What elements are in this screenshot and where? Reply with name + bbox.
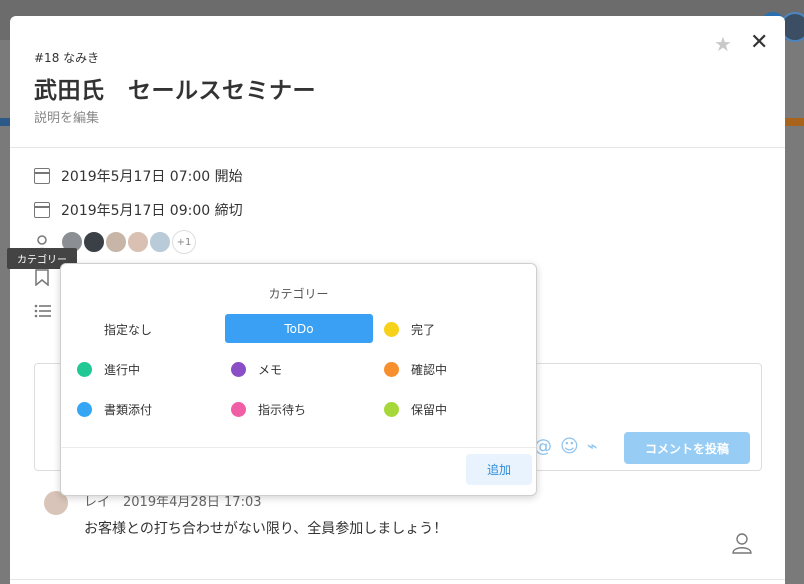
- follower-icon[interactable]: [732, 532, 752, 554]
- category-option-in-progress[interactable]: 進行中: [77, 355, 140, 383]
- divider: [10, 147, 785, 148]
- divider: [10, 579, 785, 580]
- category-label: 完了: [411, 322, 436, 337]
- category-label: メモ: [258, 362, 283, 377]
- edit-description-link[interactable]: 説明を編集: [34, 107, 99, 126]
- category-option-todo[interactable]: ToDo: [225, 314, 373, 343]
- status-dot-icon: [384, 321, 399, 337]
- status-dot-icon: [384, 401, 399, 417]
- status-dot-icon: [77, 361, 92, 377]
- category-option-on-hold[interactable]: 保留中: [384, 395, 447, 423]
- background-stripe: [0, 118, 10, 126]
- due-date-row[interactable]: 2019年5月17日 09:00 締切: [34, 200, 243, 220]
- calendar-icon: [34, 168, 50, 184]
- category-option-memo[interactable]: メモ: [231, 355, 282, 383]
- list-icon[interactable]: [34, 304, 52, 318]
- status-dot-icon: [231, 401, 246, 417]
- task-id: #18 なみき: [34, 51, 100, 65]
- due-date: 2019年5月17日 09:00 締切: [61, 203, 243, 219]
- comment-body: お客様との打ち合わせがない限り、全員参加しましょう！: [84, 521, 448, 537]
- calendar-icon: [34, 202, 50, 218]
- category-label: 書類添付: [104, 402, 153, 417]
- star-icon[interactable]: ★: [714, 32, 732, 56]
- category-option-waiting[interactable]: 指示待ち: [231, 395, 306, 423]
- avatar[interactable]: [82, 230, 106, 254]
- start-date: 2019年5月17日 07:00 開始: [61, 169, 243, 185]
- category-popup: カテゴリー 指定なし ToDo 完了 進行中 メモ 確認中 書類添付 指示待ち …: [60, 263, 537, 496]
- start-date-row[interactable]: 2019年5月17日 07:00 開始: [34, 166, 243, 186]
- status-dot-icon: [231, 361, 246, 377]
- status-dot-icon: [77, 401, 92, 417]
- avatar[interactable]: [148, 230, 172, 254]
- more-assignees-badge[interactable]: +1: [172, 230, 196, 254]
- avatar[interactable]: [126, 230, 150, 254]
- emoji-icon[interactable]: ☺: [560, 436, 579, 457]
- post-comment-button[interactable]: コメントを投稿: [624, 432, 750, 464]
- status-dot-icon: [384, 361, 399, 377]
- category-label: 進行中: [104, 362, 141, 377]
- category-option-checking[interactable]: 確認中: [384, 355, 447, 383]
- category-option-documents[interactable]: 書類添付: [77, 395, 152, 423]
- category-option-none[interactable]: 指定なし: [77, 315, 152, 343]
- background-stripe: [784, 118, 804, 126]
- category-label: 保留中: [411, 402, 448, 417]
- popup-title: カテゴリー: [268, 287, 329, 301]
- task-title[interactable]: 武田氏 セールスセミナー: [34, 71, 316, 105]
- category-label: 確認中: [411, 362, 448, 377]
- close-icon[interactable]: ✕: [750, 30, 768, 55]
- category-option-done[interactable]: 完了: [384, 315, 435, 343]
- bookmark-icon[interactable]: [35, 269, 49, 286]
- attachment-icon[interactable]: ⌁: [587, 436, 598, 457]
- add-category-button[interactable]: 追加: [466, 454, 532, 485]
- divider: [61, 447, 536, 448]
- empty-icon: [77, 322, 92, 337]
- assignee-avatars[interactable]: +1: [60, 230, 196, 254]
- comment-toolbar: @ ☺ ⌁: [534, 436, 598, 457]
- category-label: ToDo: [284, 321, 314, 336]
- avatar[interactable]: [104, 230, 128, 254]
- category-label: 指示待ち: [258, 402, 307, 417]
- category-label: 指定なし: [104, 322, 153, 337]
